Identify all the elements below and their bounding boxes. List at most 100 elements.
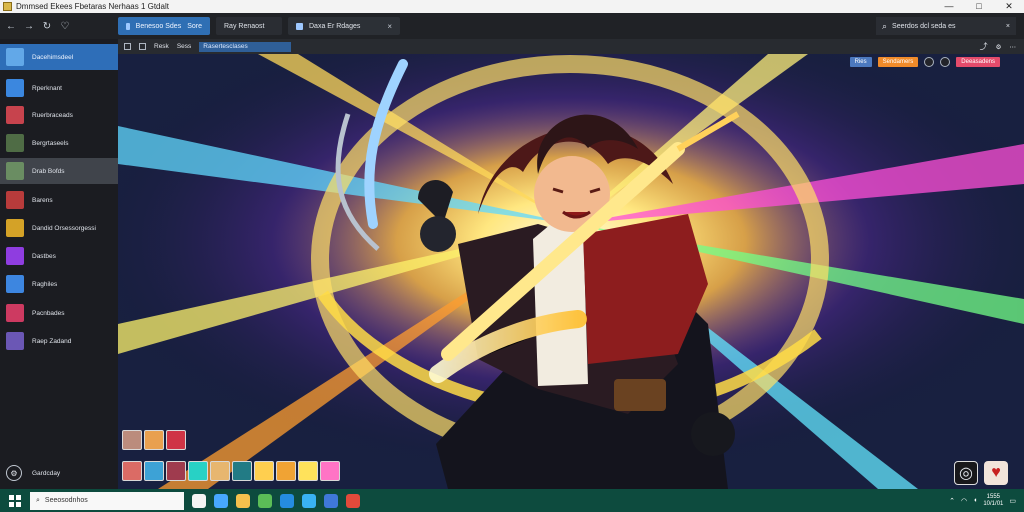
tab-action-label[interactable]: Sore	[187, 23, 202, 30]
tab-page-icon	[296, 22, 303, 30]
refresh-icon[interactable]: ↻	[40, 19, 54, 33]
search-icon: ⌕	[882, 20, 888, 31]
skill-icon[interactable]	[166, 461, 186, 481]
game-icon[interactable]	[346, 493, 360, 508]
tab-label: Daxa Er Rdages	[309, 22, 361, 30]
taskbar-search-box[interactable]: ⌕ Seeosodnhos	[30, 491, 184, 510]
chat-icon[interactable]	[924, 57, 935, 67]
game-thumbnail-icon	[6, 191, 24, 209]
tab-list-icon[interactable]	[124, 43, 131, 50]
overlay-pill[interactable]: Sendamers	[877, 57, 919, 67]
sidebar-item-8[interactable]: Raghiles	[0, 271, 118, 297]
skill-icon[interactable]	[254, 461, 274, 481]
sidebar-item-0[interactable]: Dacehimsdeel	[0, 44, 118, 70]
profile-icon[interactable]	[940, 57, 951, 67]
game-thumbnail-icon	[6, 48, 24, 66]
sidebar-item-3[interactable]: Bergrtaseels	[0, 130, 118, 156]
skill-icons-row	[122, 461, 340, 481]
overlay-pill[interactable]: Deeasadens	[956, 57, 1000, 67]
app-icon[interactable]	[192, 493, 206, 508]
toolbar-item[interactable]: Sess	[177, 43, 191, 50]
skill-icon[interactable]	[188, 461, 208, 481]
gear-icon: ⚙	[6, 465, 22, 481]
chevron-up-icon[interactable]: ⌃	[949, 497, 955, 505]
search-icon: ⌕	[36, 496, 40, 504]
tab-active[interactable]: Benesoo Sdes Sore	[118, 17, 210, 35]
forward-arrow-icon[interactable]: →	[22, 19, 36, 33]
app-icon[interactable]	[214, 493, 228, 508]
sidebar-item-1[interactable]: Rperknant	[0, 75, 118, 101]
history-icon[interactable]	[139, 43, 146, 50]
favorite-heart-icon[interactable]: ♡	[58, 19, 72, 33]
target-icon[interactable]: ◎	[954, 461, 978, 485]
search-text: Seerdos dcl seda es	[892, 22, 956, 30]
folder-icon[interactable]	[236, 493, 250, 508]
more-icon[interactable]: ⋯	[1010, 43, 1017, 51]
notification-icon[interactable]: ▭	[1009, 497, 1016, 505]
settings-icon[interactable]: ⚙	[996, 43, 1002, 51]
skill-icon[interactable]	[298, 461, 318, 481]
taskbar-search-placeholder: Seeosodnhos	[44, 497, 88, 504]
tab-second[interactable]: Ray Renaost	[216, 17, 282, 35]
share-icon[interactable]: ⤴	[980, 41, 988, 52]
toolbar-item[interactable]: Resk	[154, 43, 169, 50]
lips-icon[interactable]: ♥	[984, 461, 1008, 485]
sidebar-item-label: Barens	[32, 196, 53, 204]
skill-icon[interactable]	[276, 461, 296, 481]
avatar[interactable]	[122, 430, 142, 450]
app-icon[interactable]	[258, 493, 272, 508]
app-icon[interactable]	[324, 493, 338, 508]
avatar[interactable]	[144, 430, 164, 450]
settings-button[interactable]: ⚙ Gardcday	[6, 465, 60, 481]
close-search-icon[interactable]: ×	[1006, 23, 1010, 30]
skill-icon[interactable]	[320, 461, 340, 481]
maximize-icon[interactable]: □	[964, 0, 994, 13]
speaker-icon[interactable]: ◖	[973, 497, 977, 504]
sidebar-item-2[interactable]: Ruerbraceads	[0, 102, 118, 128]
app-icon	[3, 2, 12, 11]
title-bar: Dmmsed Ekees Fbetaras Nerhaas 1 Gtdalt —…	[0, 0, 1024, 13]
wifi-icon[interactable]: ◠	[961, 497, 967, 505]
game-thumbnail-icon	[6, 332, 24, 350]
sidebar-item-label: Bergrtaseels	[32, 139, 69, 147]
sidebar-item-4[interactable]: Drab Bofds	[0, 158, 118, 184]
skill-icon[interactable]	[122, 461, 142, 481]
sidebar-item-label: Rperknant	[32, 84, 62, 92]
sidebar-item-6[interactable]: Dandid Orsessorgessi	[0, 215, 118, 241]
app-icon[interactable]	[302, 493, 316, 508]
minimize-icon[interactable]: —	[934, 0, 964, 13]
skill-icon[interactable]	[210, 461, 230, 481]
game-thumbnail-icon	[6, 275, 24, 293]
skill-icon[interactable]	[232, 461, 252, 481]
browser-icon[interactable]	[280, 493, 294, 508]
sidebar-item-label: Dacehimsdeel	[32, 53, 74, 61]
sidebar-item-9[interactable]: Pacnbades	[0, 300, 118, 326]
search-box[interactable]: ⌕ Seerdos dcl seda es ×	[876, 17, 1016, 35]
close-icon[interactable]: ✕	[994, 0, 1024, 13]
window-title: Dmmsed Ekees Fbetaras Nerhaas 1 Gtdalt	[16, 2, 169, 11]
avatar[interactable]	[166, 430, 186, 450]
game-thumbnail-icon	[6, 134, 24, 152]
sidebar-item-label: Ruerbraceads	[32, 111, 73, 119]
sidebar-item-label: Pacnbades	[32, 309, 65, 317]
game-artwork-view: Ries Sendamers Deeasadens ◎ ♥	[118, 54, 1024, 489]
windows-start-icon[interactable]	[6, 492, 24, 510]
back-arrow-icon[interactable]: ←	[4, 19, 18, 33]
taskbar: ⌕ Seeosodnhos ⌃ ◠ ◖ 1555 10/1/01 ▭	[0, 489, 1024, 512]
sidebar-item-5[interactable]: Barens	[0, 187, 118, 213]
game-thumbnail-icon	[6, 162, 24, 180]
overlay-pill[interactable]: Ries	[849, 57, 872, 67]
sidebar-item-10[interactable]: Raep Zadand	[0, 328, 118, 354]
sidebar-item-7[interactable]: Dastbes	[0, 243, 118, 269]
tab-label: Ray Renaost	[224, 22, 265, 30]
tab-third[interactable]: Daxa Er Rdages ×	[288, 17, 400, 35]
skill-icon[interactable]	[144, 461, 164, 481]
sidebar-item-label: Dandid Orsessorgessi	[32, 224, 96, 232]
system-tray: ⌃ ◠ ◖ 1555 10/1/01 ▭	[949, 494, 1016, 508]
page-toolbar: Resk Sess Rasertesclases ⤴ ⚙ ⋯	[118, 39, 1024, 54]
clock[interactable]: 1555 10/1/01	[983, 494, 1003, 508]
close-tab-icon[interactable]: ×	[387, 22, 392, 31]
sidebar-item-label: Raep Zadand	[32, 337, 72, 345]
address-field[interactable]: Rasertesclases	[199, 41, 292, 52]
sidebar-item-label: Drab Bofds	[32, 167, 65, 175]
